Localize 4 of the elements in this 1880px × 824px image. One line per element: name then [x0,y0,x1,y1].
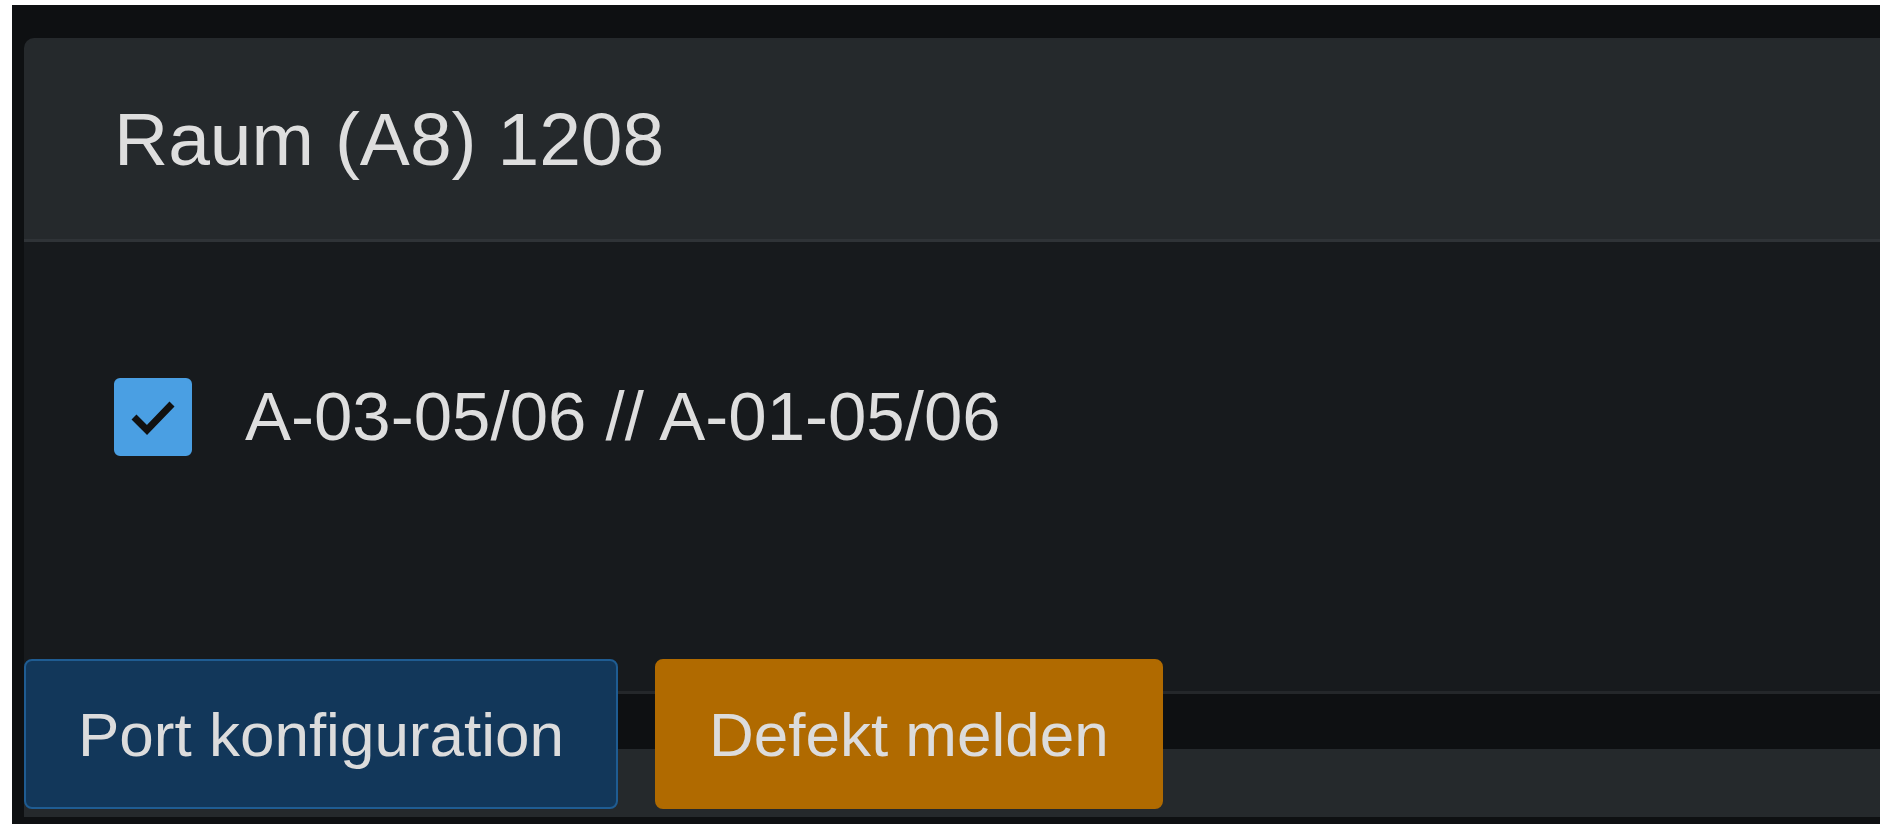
port-label: A-03-05/06 // A-01-05/06 [245,377,1001,456]
card-title: Raum (A8) 1208 [114,95,665,182]
checkbox[interactable] [114,377,192,456]
port-config-button[interactable]: Port konfiguration [24,659,618,809]
